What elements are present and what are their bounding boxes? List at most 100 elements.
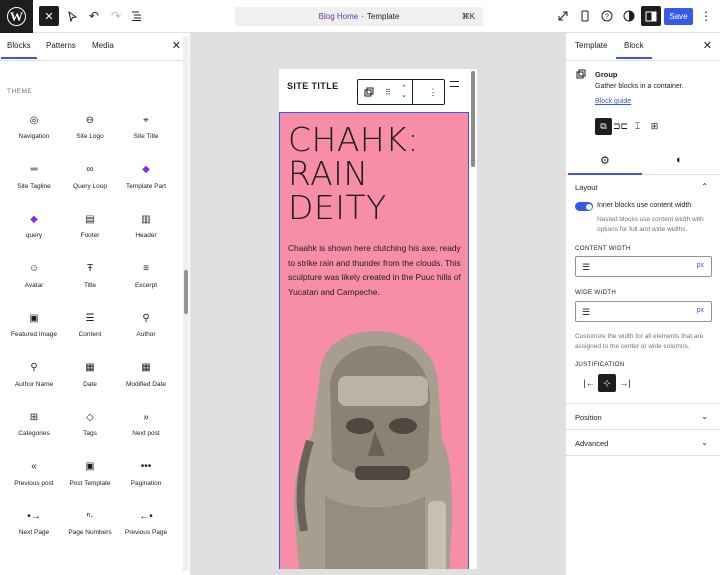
block-item-title[interactable]: Ŧ Title (61, 262, 119, 290)
block-item-template-part[interactable]: ◆ Template Part (117, 163, 175, 191)
block-item-query-loop[interactable]: ∞ Query Loop (61, 163, 119, 191)
tab-template[interactable]: Template (575, 41, 607, 50)
block-item-featured-image[interactable]: ▣ Featured Image (5, 311, 63, 339)
block-options-icon[interactable]: ⋮ (422, 87, 444, 98)
chevron-up-icon[interactable]: ⌃ (701, 182, 708, 191)
justify-center-icon[interactable]: ⊹ (598, 374, 616, 392)
unit-select[interactable]: px (697, 262, 704, 269)
position-section-title[interactable]: Position (575, 413, 602, 422)
block-guide-link[interactable]: Block guide (595, 98, 631, 105)
settings-sidebar-icon[interactable] (641, 6, 661, 26)
tab-blocks[interactable]: Blocks (1, 41, 37, 59)
site-title[interactable]: SITE TITLE (287, 81, 339, 91)
block-item-footer[interactable]: ▤ Footer (61, 212, 119, 240)
toggle-label: Inner blocks use content width (597, 202, 692, 209)
styles-icon[interactable]: ◐ (676, 154, 683, 166)
close-icon[interactable]: ✕ (172, 39, 181, 52)
justification-label: JUSTIFICATION (575, 361, 625, 368)
block-item-post-template[interactable]: ▣ Post Template (61, 460, 119, 488)
author-name-icon: ⚲ (30, 362, 38, 373)
inserter-scrollbar[interactable] (183, 36, 189, 571)
block-label: Template Part (125, 182, 167, 190)
post-template-icon: ▣ (85, 461, 95, 472)
block-item-excerpt[interactable]: ≡ Excerpt (117, 262, 175, 290)
mobile-preview-frame: SITE TITLE CHAHK: RAIN DEITY Chaahk is s… (279, 69, 477, 569)
block-item-author[interactable]: ⚲ Author (117, 311, 175, 339)
block-item-previous-page[interactable]: ←• Previous Page (117, 509, 175, 537)
statue-image[interactable] (290, 321, 460, 569)
drag-handle-icon[interactable]: ⠿ (380, 88, 396, 97)
block-item-date[interactable]: ▦ Date (61, 361, 119, 389)
tab-block[interactable]: Block (616, 41, 651, 59)
styles-icon[interactable] (619, 6, 639, 26)
grid-variation-icon[interactable]: ⊞ (646, 118, 663, 135)
chevron-down-icon[interactable]: ⌄ (701, 438, 708, 447)
tab-patterns[interactable]: Patterns (46, 41, 76, 50)
wordpress-logo-button[interactable]: W (0, 0, 33, 33)
help-icon[interactable]: ? (597, 6, 617, 26)
stack-variation-icon[interactable]: ⌶ (629, 118, 646, 135)
wide-width-input[interactable]: ☰ px (575, 301, 712, 322)
block-item-query[interactable]: ◆ query (5, 212, 63, 240)
width-help-text: Customize the width for all elements tha… (575, 333, 704, 350)
next-icon: » (143, 411, 149, 423)
block-item-pagination[interactable]: ••• Pagination (117, 460, 175, 488)
scrollbar-thumb[interactable] (184, 270, 188, 314)
group-block[interactable]: CHAHK: RAIN DEITY Chaahk is shown here c… (279, 112, 469, 569)
options-menu-icon[interactable]: ⋮ (696, 6, 716, 26)
fullscreen-icon[interactable] (553, 6, 573, 26)
redo-icon[interactable]: ↷ (106, 6, 126, 26)
block-item-previous-post[interactable]: « Previous post (5, 460, 63, 488)
block-label: Query Loop (73, 182, 107, 190)
block-item-navigation[interactable]: ◎ Navigation (5, 113, 63, 141)
image-icon: ▣ (29, 312, 39, 324)
block-item-site-logo[interactable]: ⊖ Site Logo (61, 113, 119, 141)
heading-block[interactable]: CHAHK: RAIN DEITY (288, 123, 419, 225)
block-item-avatar[interactable]: ☺ Avatar (5, 262, 63, 290)
justify-right-icon[interactable]: →| (616, 374, 634, 392)
wordpress-icon: W (7, 7, 26, 26)
block-item-site-title[interactable]: ⌖ Site Title (117, 113, 175, 141)
content-width-input[interactable]: ☰ px (575, 256, 712, 277)
document-overview-icon[interactable] (127, 6, 147, 26)
advanced-section-title[interactable]: Advanced (575, 439, 608, 448)
justify-left-icon[interactable]: |← (580, 374, 598, 392)
layout-section-title[interactable]: Layout (575, 183, 598, 192)
select-tool-icon[interactable] (62, 6, 82, 26)
block-label: Header (135, 232, 157, 239)
block-item-categories[interactable]: ⊞ Categories (5, 410, 63, 438)
group-block-icon[interactable] (358, 87, 380, 97)
content-width-toggle[interactable] (575, 202, 593, 211)
row-variation-icon[interactable]: ⊐⊏ (612, 118, 629, 135)
undo-icon[interactable]: ↶ (84, 6, 104, 26)
block-item-content[interactable]: ☰ Content (61, 311, 119, 339)
close-icon[interactable]: ✕ (703, 39, 712, 52)
block-item-next-post[interactable]: » Next post (117, 410, 175, 438)
heading-line: CHAHK: (288, 120, 420, 159)
divider (566, 455, 720, 456)
block-item-page-numbers[interactable]: ⁿ· Page Numbers (61, 509, 119, 537)
chevron-down-icon[interactable]: ⌄ (701, 412, 708, 421)
command-palette-bar[interactable]: Blog Home · Template ⌘K (235, 7, 483, 26)
block-item-site-tagline[interactable]: ═ Site Tagline (5, 163, 63, 191)
block-description: Gather blocks in a container. (595, 83, 684, 90)
mobile-preview-icon[interactable] (575, 6, 595, 26)
settings-gear-icon[interactable]: ⚙ (568, 154, 642, 175)
save-button[interactable]: Save (664, 8, 693, 25)
unit-select[interactable]: px (697, 307, 704, 314)
paragraph-block[interactable]: Chaahk is shown here clutching his axe, … (288, 241, 464, 299)
menu-icon[interactable] (450, 81, 459, 87)
group-variation-icon[interactable]: ⧉ (595, 118, 612, 135)
block-item-author-name[interactable]: ⚲ Author Name (5, 361, 63, 389)
frame-scrollbar[interactable] (471, 71, 475, 167)
move-up-down-icon[interactable]: ⌃ ⌄ (396, 85, 412, 99)
tab-media[interactable]: Media (92, 41, 114, 50)
close-inserter-button[interactable]: ✕ (39, 6, 59, 26)
block-label: Site Tagline (17, 182, 51, 190)
block-item-tags[interactable]: ◇ Tags (61, 410, 119, 438)
block-item-modified-date[interactable]: ▦ Modified Date (117, 361, 175, 389)
section-label: THEME (7, 88, 33, 95)
block-label: Excerpt (134, 281, 158, 289)
block-item-next-page[interactable]: •→ Next Page (5, 509, 63, 537)
block-item-header[interactable]: ▥ Header (117, 212, 175, 240)
